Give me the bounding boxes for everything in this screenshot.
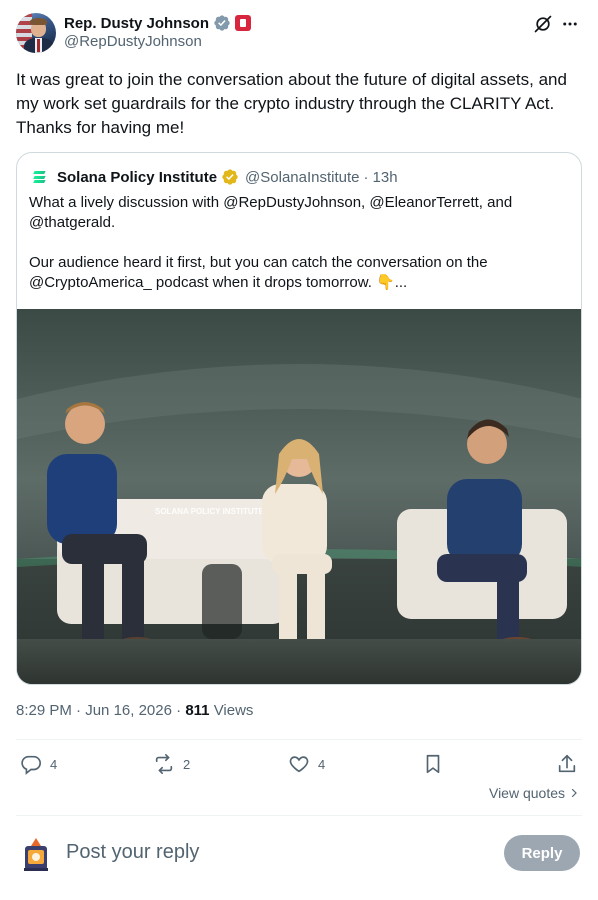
- current-user-avatar[interactable]: [20, 836, 52, 872]
- view-quotes-label: View quotes: [488, 785, 565, 801]
- repost-icon: [155, 754, 173, 774]
- post-text: It was great to join the conversation ab…: [16, 70, 567, 137]
- reply-icon: [21, 755, 41, 775]
- share-icon: [558, 754, 576, 773]
- heart-icon: [289, 756, 309, 773]
- like-count: 4: [318, 756, 326, 772]
- like-action[interactable]: 4: [288, 750, 325, 778]
- views-count: 811: [185, 702, 210, 719]
- reply-button[interactable]: Reply: [504, 835, 580, 871]
- divider: [16, 815, 582, 816]
- verified-badge-icon: [214, 15, 230, 31]
- reply-composer: Post your reply Reply: [16, 832, 582, 876]
- bookmark-action[interactable]: [422, 750, 444, 778]
- author-name-row: Rep. Dusty Johnson: [64, 13, 252, 33]
- quoted-text-paragraph-2: Our audience heard it first, but you can…: [29, 254, 488, 291]
- svg-text:SOLANA POLICY INSTITUTE: SOLANA POLICY INSTITUTE: [155, 507, 265, 516]
- post-date[interactable]: Jun 16, 2026: [85, 702, 172, 719]
- grok-icon[interactable]: [531, 12, 555, 36]
- more-options-icon[interactable]: [558, 12, 582, 36]
- solana-logo-icon[interactable]: [29, 167, 49, 187]
- chevron-right-icon: [571, 788, 577, 798]
- share-action[interactable]: [556, 750, 578, 778]
- quoted-display-name[interactable]: Solana Policy Institute: [57, 169, 217, 186]
- repost-action[interactable]: 2: [153, 750, 190, 778]
- author-display-name[interactable]: Rep. Dusty Johnson: [64, 15, 209, 32]
- reply-input[interactable]: Post your reply: [66, 841, 199, 864]
- quoted-post-text: What a lively discussion with @RepDustyJ…: [29, 193, 569, 293]
- quoted-timestamp[interactable]: 13h: [373, 169, 398, 186]
- bookmark-icon: [426, 754, 440, 774]
- quoted-post-photo[interactable]: SOLANA POLICY INSTITUTE: [17, 309, 581, 684]
- post-time[interactable]: 8:29 PM: [16, 702, 72, 719]
- reply-count: 4: [50, 756, 58, 772]
- quoted-post-header: Solana Policy Institute @SolanaInstitute…: [29, 167, 398, 187]
- government-badge-icon: [235, 15, 252, 31]
- post-meta: 8:29 PM · Jun 16, 2026 · 811 Views: [16, 702, 254, 719]
- divider: [16, 739, 582, 740]
- quoted-handle[interactable]: @SolanaInstitute: [245, 169, 359, 186]
- author-handle[interactable]: @RepDustyJohnson: [64, 33, 202, 50]
- action-bar: 4 2 4: [16, 750, 582, 778]
- quoted-post[interactable]: Solana Policy Institute @SolanaInstitute…: [16, 152, 582, 685]
- views-label: Views: [213, 702, 254, 719]
- view-quotes-link[interactable]: View quotes: [489, 785, 580, 801]
- repost-count: 2: [183, 756, 191, 772]
- reply-action[interactable]: 4: [20, 750, 57, 778]
- author-avatar[interactable]: [16, 13, 56, 53]
- gold-verified-badge-icon: [222, 169, 238, 185]
- post-header: Rep. Dusty Johnson @RepDustyJohnson: [16, 12, 582, 56]
- quoted-text-paragraph-1: What a lively discussion with @RepDustyJ…: [29, 194, 513, 231]
